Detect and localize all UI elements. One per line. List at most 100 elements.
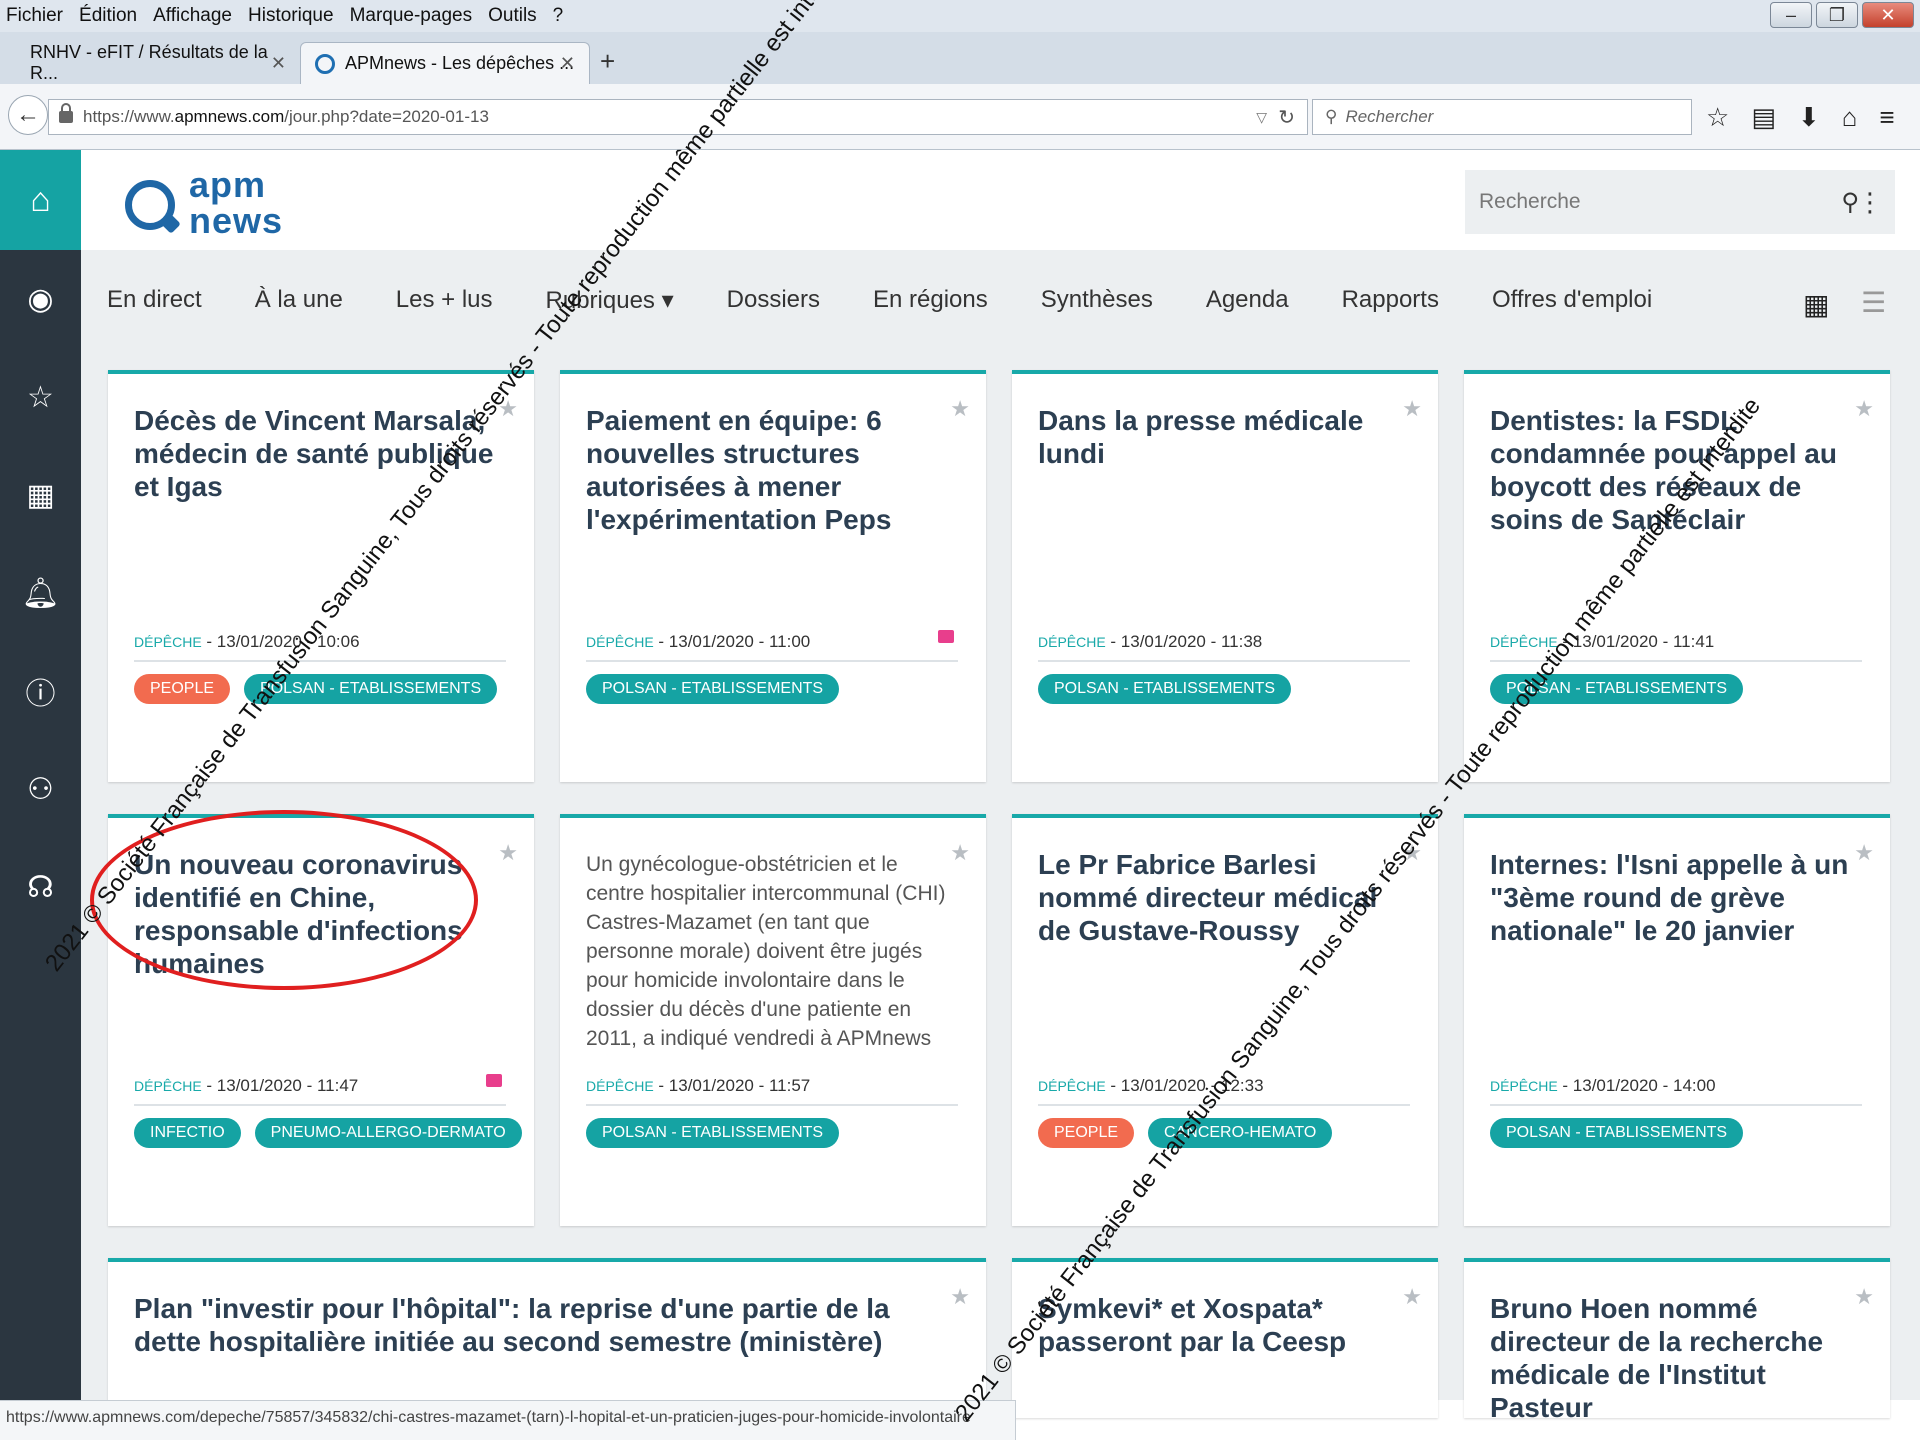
news-card[interactable]: Dans la presse médicale lundi ★ DÉPÊCHE … (1012, 370, 1438, 782)
card-summary[interactable]: Un gynécologue-obstétricien et le centre… (586, 850, 956, 1050)
news-card[interactable]: Le Pr Fabrice Barlesi nommé directeur mé… (1012, 814, 1438, 1226)
card-date: - 13/01/2020 - 10:06 (201, 632, 360, 651)
close-tab-icon[interactable]: ✕ (271, 53, 286, 74)
menu-outils[interactable]: Outils (488, 5, 537, 27)
more-vertical-icon[interactable]: ⋮ (1857, 187, 1883, 218)
favorite-star-icon[interactable]: ★ (1854, 1284, 1874, 1310)
card-title[interactable]: Paiement en équipe: 6 nouvelles structur… (586, 404, 946, 536)
tag-badge[interactable]: CANCERO-HEMATO (1148, 1118, 1333, 1148)
card-date: - 13/01/2020 - 11:00 (653, 632, 811, 651)
browser-search-placeholder: Rechercher (1345, 107, 1434, 126)
browser-search-input[interactable]: ⚲ Rechercher (1312, 99, 1692, 135)
tag-badge[interactable]: POLSAN - ETABLISSEMENTS (244, 674, 498, 704)
url-dropdown-icon[interactable]: ▽ (1256, 109, 1267, 126)
card-title[interactable]: Dans la presse médicale lundi (1038, 404, 1398, 470)
tag-badge[interactable]: POLSAN - ETABLISSEMENTS (1490, 1118, 1744, 1148)
menu-fichier[interactable]: Fichier (6, 5, 63, 27)
favorite-star-icon[interactable]: ★ (950, 840, 970, 866)
favorite-star-icon[interactable]: ★ (1402, 396, 1422, 422)
card-title[interactable]: Le Pr Fabrice Barlesi nommé directeur mé… (1038, 848, 1398, 947)
nav-dossiers[interactable]: Dossiers (727, 286, 820, 314)
nav-en-direct[interactable]: En direct (107, 286, 202, 314)
grid-view-icon[interactable]: ▦ (1803, 288, 1829, 321)
nav-offres-emploi[interactable]: Offres d'emploi (1492, 286, 1652, 314)
close-tab-icon[interactable]: ✕ (560, 53, 575, 74)
tab-label: RNHV - eFIT / Résultats de la R... (30, 42, 268, 83)
tag-badge[interactable]: PEOPLE (134, 674, 231, 704)
download-icon[interactable]: ⬇ (1798, 102, 1820, 133)
tag-badge[interactable]: POLSAN - ETABLISSEMENTS (1038, 674, 1292, 704)
nav-agenda[interactable]: Agenda (1206, 286, 1289, 314)
tag-badge[interactable]: PNEUMO-ALLERGO-DERMATO (254, 1118, 522, 1148)
menu-historique[interactable]: Historique (248, 5, 334, 27)
nav-rapports[interactable]: Rapports (1342, 286, 1439, 314)
tag-badge[interactable]: INFECTIO (134, 1118, 241, 1148)
list-view-icon[interactable]: ☰ (1861, 286, 1886, 319)
back-button[interactable]: ← (8, 95, 48, 135)
card-date: - 13/01/2020 - 11:41 (1557, 632, 1715, 651)
site-search-input[interactable]: Recherche ⚲ ⋮ (1465, 170, 1895, 234)
maximize-button[interactable]: ❐ (1816, 2, 1858, 28)
app-header: apm news Recherche ⚲ ⋮ (81, 150, 1920, 250)
card-title[interactable]: Plan "investir pour l'hôpital": la repri… (134, 1292, 954, 1358)
favorite-star-icon[interactable]: ★ (498, 396, 518, 422)
tab-rnhv[interactable]: RNHV - eFIT / Résultats de la R... ✕ (0, 42, 300, 84)
close-window-button[interactable]: ✕ (1862, 2, 1914, 28)
nav-a-la-une[interactable]: À la une (255, 286, 343, 314)
minimize-button[interactable]: – (1770, 2, 1812, 28)
favorite-star-icon[interactable]: ★ (950, 396, 970, 422)
news-card[interactable]: Bruno Hoen nommé directeur de la recherc… (1464, 1258, 1890, 1423)
star-icon[interactable]: ☆ (0, 348, 81, 446)
menu-marque-pages[interactable]: Marque-pages (350, 5, 473, 27)
help-icon[interactable]: ⓘ (0, 642, 81, 740)
tag-badge[interactable]: POLSAN - ETABLISSEMENTS (1490, 674, 1744, 704)
news-card[interactable]: Un gynécologue-obstétricien et le centre… (560, 814, 986, 1226)
tag-badge[interactable]: POLSAN - ETABLISSEMENTS (586, 674, 840, 704)
news-card[interactable]: Paiement en équipe: 6 nouvelles structur… (560, 370, 986, 782)
favorite-star-icon[interactable]: ★ (1402, 840, 1422, 866)
nav-rubriques[interactable]: Rubriques ▾ (546, 286, 674, 315)
bell-icon[interactable]: 🔔︎ (0, 544, 81, 642)
apmnews-logo[interactable]: apm news (125, 162, 325, 242)
favorite-star-icon[interactable]: ★ (498, 840, 518, 866)
eye-icon[interactable]: ◉ (0, 250, 81, 348)
card-tags: POLSAN - ETABLISSEMENTS (1490, 674, 1744, 704)
user-network-icon[interactable]: ⚇ (0, 740, 81, 838)
favorite-star-icon[interactable]: ★ (1854, 396, 1874, 422)
news-card[interactable]: Dentistes: la FSDL condamnée pour appel … (1464, 370, 1890, 782)
card-meta: DÉPÊCHE - 13/01/2020 - 11:38 (1038, 632, 1410, 662)
feedback-icon[interactable]: ☊ (0, 838, 81, 936)
tag-badge[interactable]: POLSAN - ETABLISSEMENTS (586, 1118, 840, 1148)
new-tab-button[interactable]: + (600, 46, 615, 77)
url-bar[interactable]: https://www. apmnews.com/jour.php?date=20… (48, 99, 1308, 135)
card-title[interactable]: Dentistes: la FSDL condamnée pour appel … (1490, 404, 1850, 536)
nav-en-regions[interactable]: En régions (873, 286, 988, 314)
nav-syntheses[interactable]: Synthèses (1041, 286, 1153, 314)
card-title[interactable]: Décès de Vincent Marsala, médecin de san… (134, 404, 494, 503)
reload-icon[interactable]: ↻ (1278, 105, 1295, 130)
card-meta: DÉPÊCHE - 13/01/2020 - 11:47 (134, 1076, 506, 1106)
hamburger-menu-icon[interactable]: ≡ (1879, 102, 1894, 133)
card-title[interactable]: Bruno Hoen nommé directeur de la recherc… (1490, 1292, 1850, 1424)
reading-list-icon[interactable]: ▤ (1751, 102, 1776, 133)
news-card[interactable]: Internes: l'Isni appelle à un "3ème roun… (1464, 814, 1890, 1226)
menu-help[interactable]: ? (553, 5, 564, 27)
menu-edition[interactable]: Édition (79, 5, 137, 27)
card-title[interactable]: Internes: l'Isni appelle à un "3ème roun… (1490, 848, 1850, 947)
news-card[interactable]: Plan "investir pour l'hôpital": la repri… (108, 1258, 986, 1418)
news-card[interactable]: Décès de Vincent Marsala, médecin de san… (108, 370, 534, 782)
news-card[interactable]: Symkevi* et Xospata* passeront par la Ce… (1012, 1258, 1438, 1418)
card-tags: PEOPLE POLSAN - ETABLISSEMENTS (134, 674, 498, 704)
bookmark-star-icon[interactable]: ☆ (1706, 102, 1729, 133)
favorite-star-icon[interactable]: ★ (950, 1284, 970, 1310)
nav-les-plus-lus[interactable]: Les + lus (396, 286, 493, 314)
menu-affichage[interactable]: Affichage (153, 5, 232, 27)
card-title[interactable]: Symkevi* et Xospata* passeront par la Ce… (1038, 1292, 1398, 1358)
tag-badge[interactable]: PEOPLE (1038, 1118, 1135, 1148)
favorite-star-icon[interactable]: ★ (1854, 840, 1874, 866)
favorite-star-icon[interactable]: ★ (1402, 1284, 1422, 1310)
calendar-icon[interactable]: ▦ (0, 446, 81, 544)
home-icon[interactable]: ⌂ (0, 150, 81, 250)
tab-apmnews[interactable]: APMnews - Les dépêches ... ✕ (300, 42, 590, 84)
home-icon[interactable]: ⌂ (1842, 102, 1858, 133)
